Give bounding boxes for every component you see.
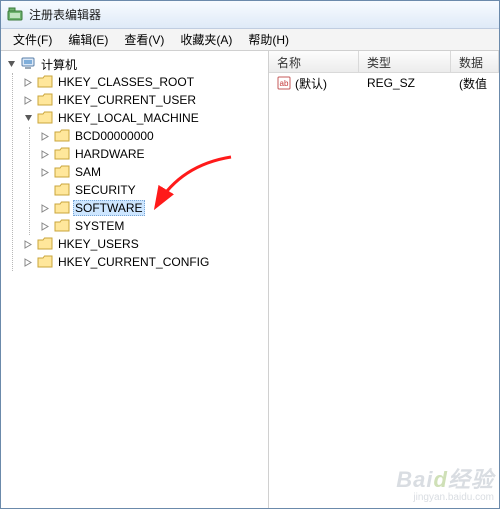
registry-editor-window: 注册表编辑器 文件(F) 编辑(E) 查看(V) 收藏夹(A) 帮助(H) [0,0,500,509]
folder-icon [54,201,70,215]
menu-help[interactable]: 帮助(H) [240,29,297,50]
tree-label: HKEY_CURRENT_CONFIG [56,255,211,269]
expand-icon[interactable] [22,94,34,106]
string-value-icon: ab [277,76,291,90]
folder-icon [54,219,70,233]
window-title: 注册表编辑器 [29,6,101,23]
tree-label: HKEY_CLASSES_ROOT [56,75,196,89]
folder-icon [54,129,70,143]
folder-icon [37,75,53,89]
menu-file[interactable]: 文件(F) [5,29,60,50]
titlebar[interactable]: 注册表编辑器 [1,1,499,29]
collapse-icon[interactable] [5,58,17,70]
list-row[interactable]: ab (默认) REG_SZ (数值 [269,73,499,93]
collapse-icon[interactable] [22,112,34,124]
folder-icon [37,255,53,269]
tree-label: HARDWARE [73,147,147,161]
client-area: 计算机 HKEY_CLASSES_ROOT [1,51,499,508]
column-header-type[interactable]: 类型 [359,51,451,72]
values-pane: 名称 类型 数据 ab (默认) REG_SZ [269,51,499,508]
tree-node-hku[interactable]: HKEY_USERS [22,235,268,253]
expand-icon[interactable] [39,130,51,142]
value-type: REG_SZ [359,74,451,92]
tree-node-hkcr[interactable]: HKEY_CLASSES_ROOT [22,73,268,91]
menubar: 文件(F) 编辑(E) 查看(V) 收藏夹(A) 帮助(H) [1,29,499,51]
value-data: (数值 [451,73,499,94]
tree-pane[interactable]: 计算机 HKEY_CLASSES_ROOT [1,51,269,508]
tree-label: SAM [73,165,103,179]
tree-label: HKEY_CURRENT_USER [56,93,198,107]
tree-node-computer[interactable]: 计算机 [5,55,268,73]
expand-icon[interactable] [39,220,51,232]
expand-icon[interactable] [39,202,51,214]
tree-node-hardware[interactable]: HARDWARE [39,145,268,163]
app-icon [7,7,23,23]
expand-icon[interactable] [39,166,51,178]
column-header-name[interactable]: 名称 [269,51,359,72]
folder-icon [37,237,53,251]
tree-label: SYSTEM [73,219,126,233]
tree-node-security[interactable]: SECURITY [39,181,268,199]
folder-icon [37,93,53,107]
expand-icon[interactable] [22,256,34,268]
tree-label: SOFTWARE [73,200,145,216]
list-body[interactable]: ab (默认) REG_SZ (数值 [269,73,499,508]
svg-text:ab: ab [280,79,289,88]
tree-label: 计算机 [39,56,79,73]
tree-node-system[interactable]: SYSTEM [39,217,268,235]
folder-icon [54,183,70,197]
tree-node-hklm[interactable]: HKEY_LOCAL_MACHINE [22,109,268,127]
tree-node-software[interactable]: SOFTWARE [39,199,268,217]
tree-label: BCD00000000 [73,129,156,143]
expand-icon[interactable] [22,76,34,88]
tree-node-hkcc[interactable]: HKEY_CURRENT_CONFIG [22,253,268,271]
folder-icon [54,147,70,161]
tree-node-bcd[interactable]: BCD00000000 [39,127,268,145]
menu-edit[interactable]: 编辑(E) [60,29,116,50]
folder-icon [37,111,53,125]
tree-label: HKEY_USERS [56,237,141,251]
tree-node-hkcu[interactable]: HKEY_CURRENT_USER [22,91,268,109]
folder-icon [54,165,70,179]
menu-favorites[interactable]: 收藏夹(A) [172,29,240,50]
value-name: (默认) [295,75,327,92]
list-header: 名称 类型 数据 [269,51,499,73]
tree-label: SECURITY [73,183,138,197]
tree-label: HKEY_LOCAL_MACHINE [56,111,201,125]
column-header-data[interactable]: 数据 [451,51,499,72]
expand-icon[interactable] [39,148,51,160]
expand-icon[interactable] [22,238,34,250]
menu-view[interactable]: 查看(V) [116,29,172,50]
computer-icon [20,56,36,72]
tree-node-sam[interactable]: SAM [39,163,268,181]
